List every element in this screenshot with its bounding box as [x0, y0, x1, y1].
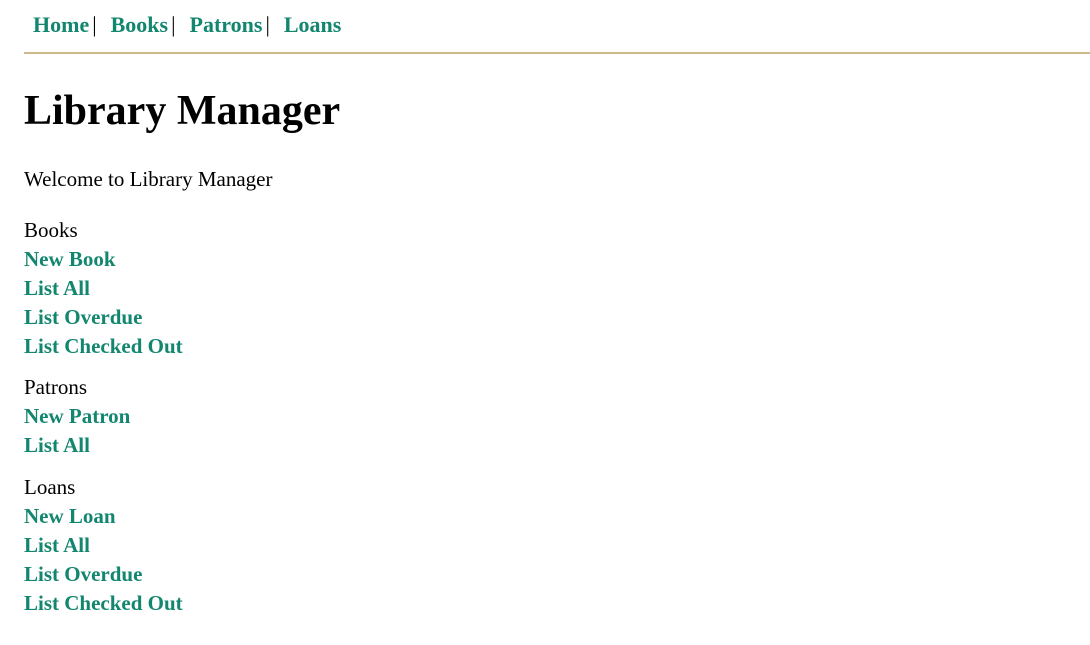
- nav-books-link[interactable]: Books: [111, 11, 168, 39]
- nav-loans-link[interactable]: Loans: [284, 11, 341, 39]
- patrons-heading: Patrons: [24, 375, 87, 399]
- loans-heading: Loans: [24, 475, 76, 499]
- welcome-text: Welcome to Library Manager: [24, 167, 273, 191]
- nav-separator: |: [171, 12, 176, 37]
- list-all-books-link[interactable]: List All: [24, 274, 183, 303]
- list-checked-out-books-link[interactable]: List Checked Out: [24, 332, 183, 361]
- list-checked-out-loans-link[interactable]: List Checked Out: [24, 589, 183, 618]
- new-patron-link[interactable]: New Patron: [24, 402, 130, 431]
- page-title: Library Manager: [24, 88, 341, 134]
- nav-home-link[interactable]: Home: [33, 11, 89, 39]
- top-nav: Home | Books | Patrons | Loans: [24, 0, 1090, 54]
- list-all-patrons-link[interactable]: List All: [24, 431, 130, 460]
- nav-links: Home | Books | Patrons | Loans: [33, 11, 341, 39]
- new-book-link[interactable]: New Book: [24, 245, 183, 274]
- patrons-section: Patrons New Patron List All: [24, 373, 130, 460]
- books-heading: Books: [24, 218, 78, 242]
- books-section: Books New Book List All List Overdue Lis…: [24, 216, 183, 361]
- list-all-loans-link[interactable]: List All: [24, 531, 183, 560]
- list-overdue-loans-link[interactable]: List Overdue: [24, 560, 183, 589]
- loans-section: Loans New Loan List All List Overdue Lis…: [24, 473, 183, 618]
- nav-patrons-link[interactable]: Patrons: [190, 11, 263, 39]
- new-loan-link[interactable]: New Loan: [24, 502, 183, 531]
- list-overdue-books-link[interactable]: List Overdue: [24, 303, 183, 332]
- page: Home | Books | Patrons | Loans Library M…: [0, 0, 1090, 645]
- nav-separator: |: [92, 12, 97, 37]
- nav-separator: |: [265, 12, 270, 37]
